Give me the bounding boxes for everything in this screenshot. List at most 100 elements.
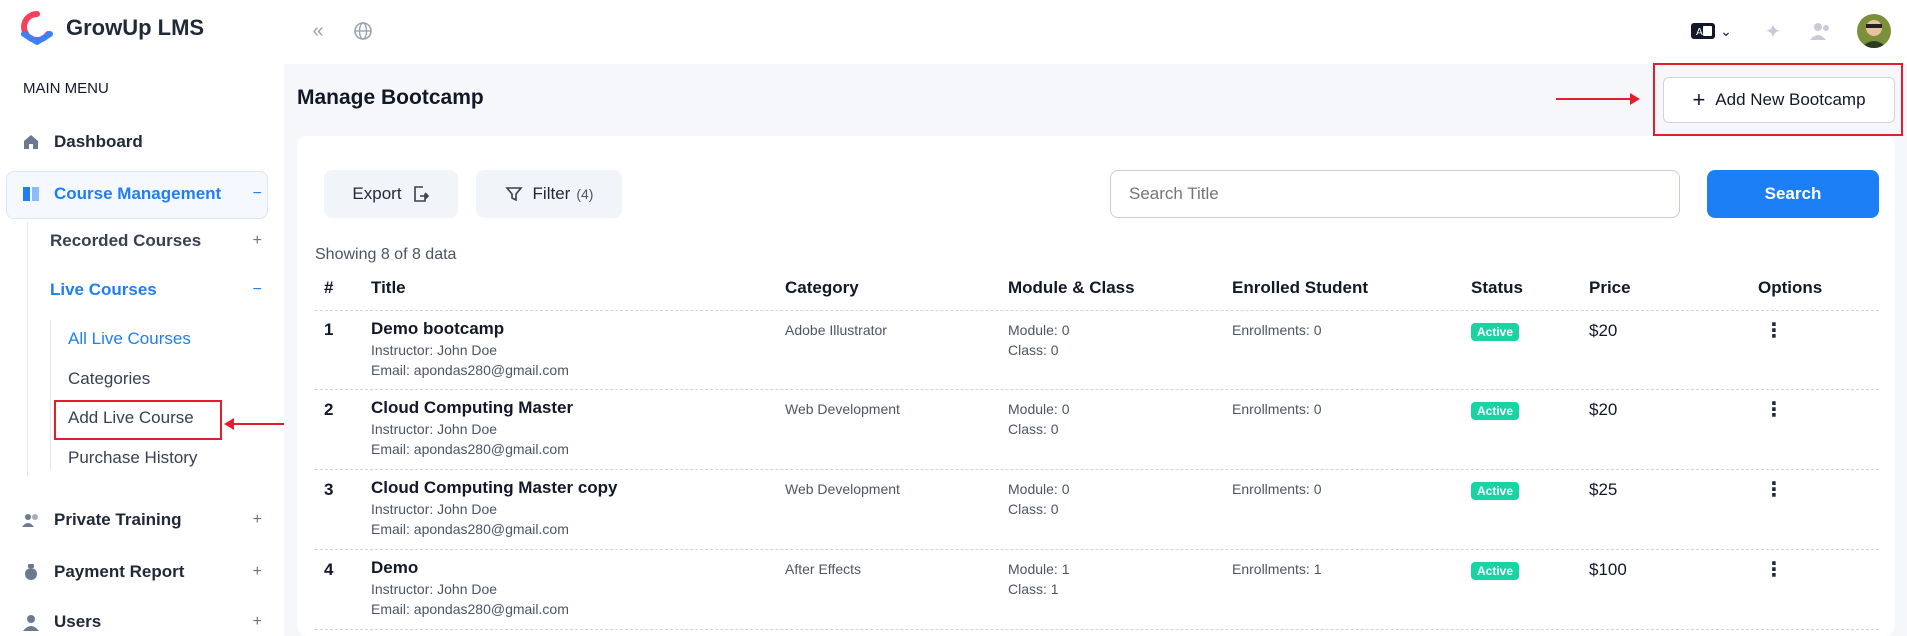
- row-title-cell: Cloud Computing Master copy Instructor: …: [371, 477, 618, 539]
- row-number: 1: [324, 320, 334, 339]
- main-menu-title: MAIN MENU: [23, 80, 109, 97]
- row-divider: [315, 549, 1879, 550]
- add-new-bootcamp-button[interactable]: + Add New Bootcamp: [1663, 77, 1895, 123]
- money-bag-icon: [25, 564, 37, 580]
- sidebar-item-label: Course Management: [54, 184, 222, 203]
- options-menu-icon[interactable]: ⋮: [1764, 318, 1784, 343]
- row-module: Module: 0: [1008, 401, 1070, 417]
- row-module-class: Module: 0 Class: 0: [1008, 399, 1069, 439]
- sidebar-item-payment-report[interactable]: Payment Report +: [22, 562, 262, 582]
- sidebar-item-label: Live Courses: [50, 280, 157, 299]
- translate-icon: A: [1691, 23, 1716, 39]
- row-title-cell: Cloud Computing Master Instructor: John …: [371, 397, 573, 459]
- filter-button[interactable]: Filter (4): [476, 170, 622, 218]
- collapse-icon[interactable]: −: [253, 281, 262, 299]
- row-module: Module: 0: [1008, 481, 1070, 497]
- language-switcher[interactable]: A ⌄: [1688, 18, 1734, 44]
- row-email: Email: apondas280@gmail.com: [371, 441, 569, 457]
- column-header-status: Status: [1471, 278, 1523, 297]
- export-icon: [413, 186, 429, 202]
- expand-icon[interactable]: +: [253, 511, 262, 529]
- sidebar-item-course-management[interactable]: Course Management −: [22, 184, 262, 204]
- filter-label: Filter: [532, 184, 571, 203]
- row-instructor: Instructor: John Doe: [371, 342, 498, 358]
- tree-line: [27, 222, 28, 476]
- row-module: Module: 1: [1008, 561, 1070, 577]
- row-instructor: Instructor: John Doe: [371, 501, 498, 517]
- row-enrolled: Enrollments: 0: [1232, 401, 1322, 417]
- annotation-arrow-right: [1556, 98, 1632, 100]
- row-number: 2: [324, 400, 334, 419]
- row-price: $25: [1589, 480, 1618, 499]
- sidebar-item-users[interactable]: Users +: [22, 612, 262, 632]
- row-title-cell: Demo bootcamp Instructor: John Doe Email…: [371, 318, 569, 380]
- column-header-title: Title: [371, 278, 406, 297]
- avatar[interactable]: [1857, 14, 1891, 48]
- column-header-number: #: [324, 278, 334, 297]
- expand-icon[interactable]: +: [253, 232, 262, 250]
- annotation-box-add-live-course: [54, 400, 222, 440]
- row-title-cell: Demo Instructor: John Doe Email: apondas…: [371, 557, 569, 619]
- row-module-class: Module: 1 Class: 1: [1008, 559, 1069, 599]
- row-class: Class: 0: [1008, 501, 1059, 517]
- row-divider: [315, 310, 1879, 311]
- column-header-options: Options: [1758, 278, 1823, 297]
- annotation-arrowhead: [224, 418, 234, 430]
- row-divider: [315, 389, 1879, 390]
- search-input[interactable]: [1110, 170, 1680, 218]
- row-price: $100: [1589, 560, 1627, 579]
- annotation-arrow-left: [232, 423, 292, 425]
- row-category: Web Development: [785, 481, 900, 497]
- row-title[interactable]: Cloud Computing Master copy: [371, 477, 618, 499]
- sidebar-item-label: Dashboard: [54, 132, 143, 151]
- sparkle-icon[interactable]: ✦: [1760, 18, 1786, 44]
- row-enrolled: Enrollments: 0: [1232, 322, 1322, 338]
- status-badge: Active: [1471, 402, 1520, 420]
- row-title[interactable]: Cloud Computing Master: [371, 397, 573, 419]
- row-title[interactable]: Demo bootcamp: [371, 318, 569, 340]
- search-button[interactable]: Search: [1707, 170, 1879, 218]
- row-module: Module: 0: [1008, 322, 1070, 338]
- row-class: Class: 1: [1008, 581, 1059, 597]
- row-number: 3: [324, 480, 334, 499]
- top-bar: GrowUp LMS « A ⌄ ✦: [0, 0, 1907, 64]
- sidebar-item-recorded-courses[interactable]: Recorded Courses +: [50, 231, 262, 251]
- row-enrolled: Enrollments: 1: [1232, 561, 1322, 577]
- sidebar-item-dashboard[interactable]: Dashboard: [22, 132, 262, 152]
- row-class: Class: 0: [1008, 342, 1059, 358]
- home-icon: [24, 135, 38, 149]
- collapse-sidebar-icon[interactable]: «: [305, 18, 331, 44]
- column-header-category: Category: [785, 278, 859, 297]
- row-email: Email: apondas280@gmail.com: [371, 521, 569, 537]
- sidebar-item-categories[interactable]: Categories: [68, 369, 150, 389]
- sidebar-item-purchase-history[interactable]: Purchase History: [68, 448, 197, 468]
- row-email: Email: apondas280@gmail.com: [371, 362, 569, 378]
- column-header-enrolled: Enrolled Student: [1232, 278, 1368, 297]
- sidebar-item-all-live-courses[interactable]: All Live Courses: [68, 329, 191, 349]
- options-menu-icon[interactable]: ⋮: [1764, 397, 1784, 422]
- options-menu-icon[interactable]: ⋮: [1764, 557, 1784, 582]
- collapse-icon[interactable]: −: [253, 185, 262, 203]
- globe-icon[interactable]: [350, 18, 376, 44]
- column-header-module-class: Module & Class: [1008, 278, 1135, 297]
- row-class: Class: 0: [1008, 421, 1059, 437]
- options-menu-icon[interactable]: ⋮: [1764, 477, 1784, 502]
- sidebar-item-live-courses[interactable]: Live Courses −: [50, 280, 262, 300]
- expand-icon[interactable]: +: [253, 613, 262, 631]
- row-category: After Effects: [785, 561, 861, 577]
- users-icon[interactable]: [1808, 18, 1834, 44]
- row-title[interactable]: Demo: [371, 557, 569, 579]
- annotation-arrowhead: [1630, 93, 1640, 105]
- add-new-bootcamp-label: Add New Bootcamp: [1715, 90, 1866, 109]
- row-number: 4: [324, 560, 334, 579]
- app-logo[interactable]: GrowUp LMS: [16, 10, 204, 46]
- page-title: Manage Bootcamp: [297, 86, 484, 109]
- row-module-class: Module: 0 Class: 0: [1008, 320, 1069, 360]
- user-icon: [23, 615, 39, 631]
- export-button[interactable]: Export: [324, 170, 458, 218]
- row-module-class: Module: 0 Class: 0: [1008, 479, 1069, 519]
- expand-icon[interactable]: +: [253, 563, 262, 581]
- showing-count: Showing 8 of 8 data: [315, 246, 457, 263]
- sidebar-item-private-training[interactable]: Private Training +: [22, 510, 262, 530]
- row-enrolled: Enrollments: 0: [1232, 481, 1322, 497]
